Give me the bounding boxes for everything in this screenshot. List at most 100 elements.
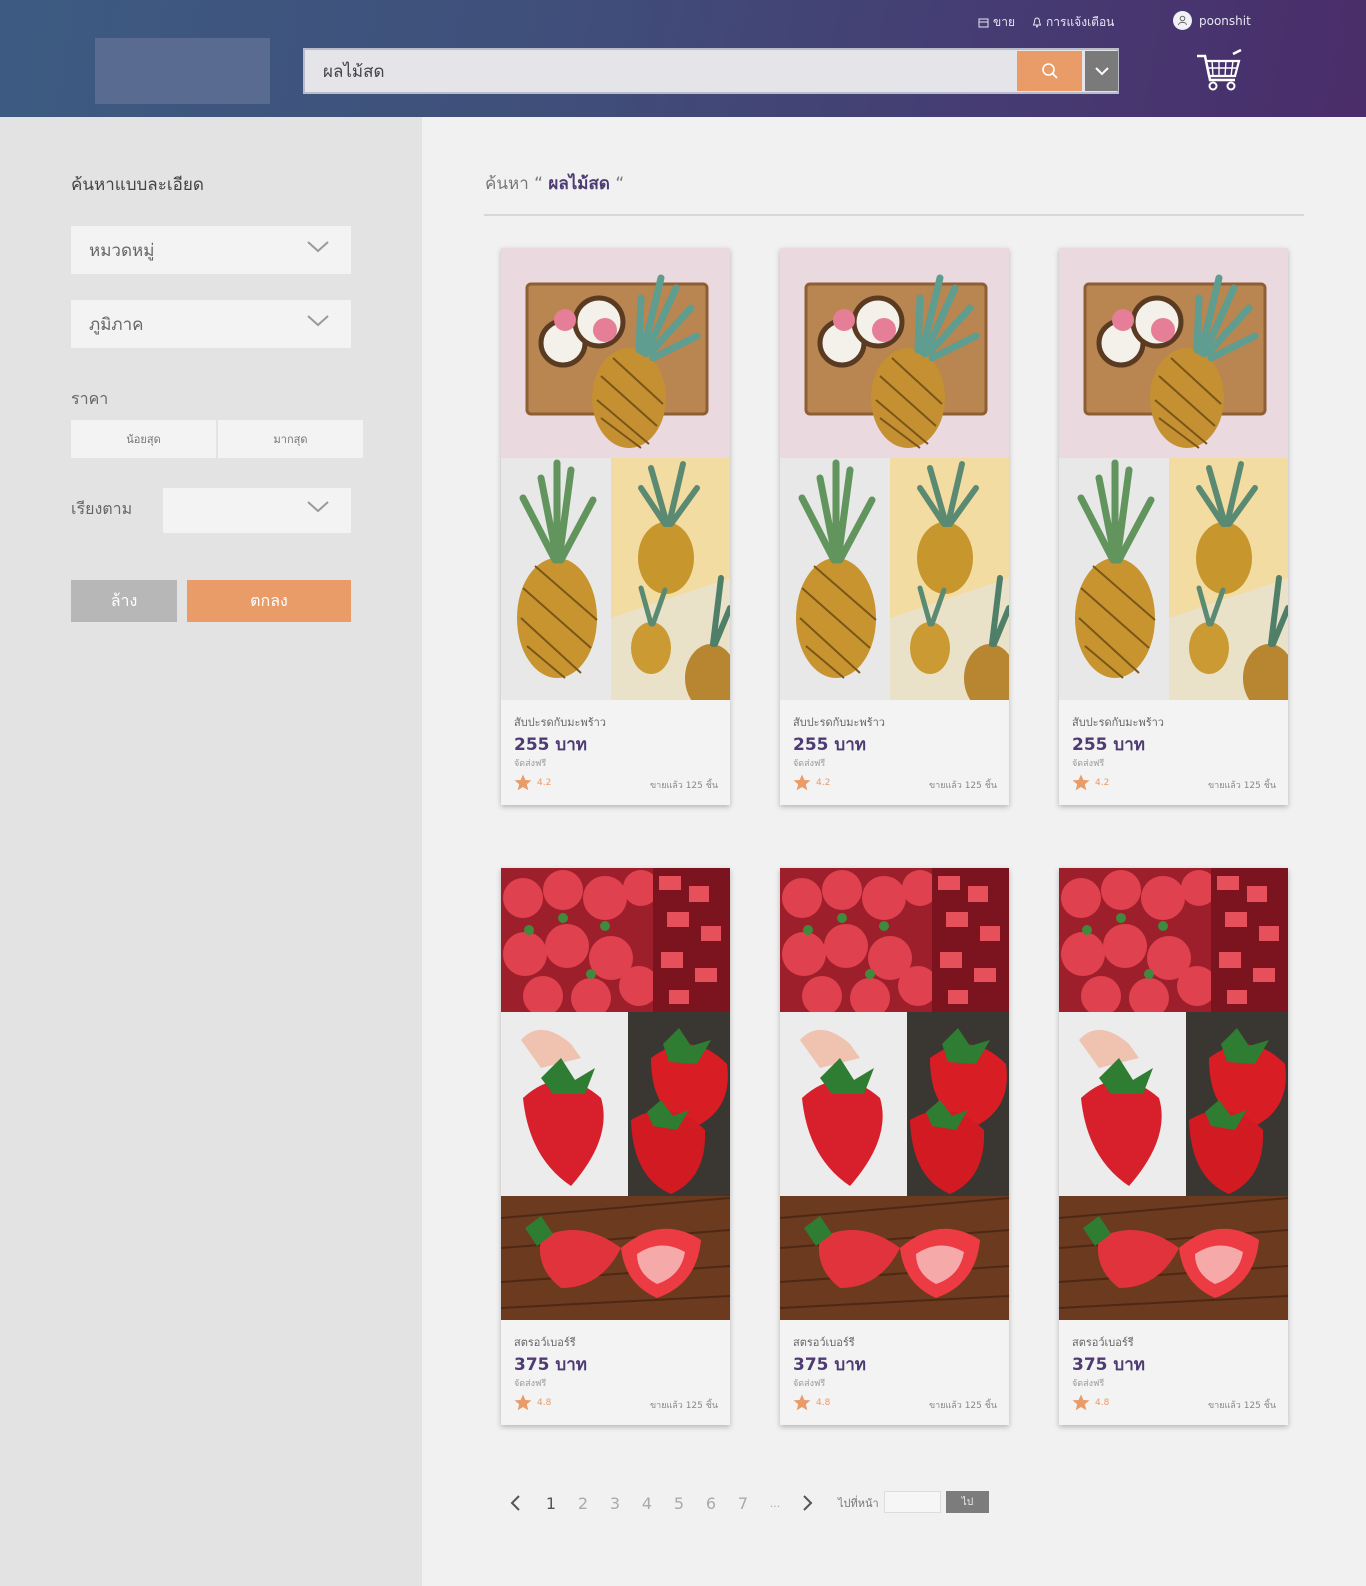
region-select[interactable]: ภูมิภาค [71, 300, 351, 348]
open-quote: “ [534, 174, 543, 194]
product-name[interactable]: สับปะรดกับมะพร้าว [1072, 713, 1164, 731]
page-ellipsis: ... [769, 1496, 781, 1510]
region-select-label: ภูมิภาค [89, 314, 144, 335]
star-icon [793, 1394, 811, 1411]
shipping-label: จัดส่งฟรี [1072, 1379, 1105, 1389]
product-name[interactable]: สตรอว์เบอร์รี [514, 1333, 576, 1351]
top-header: ขาย การแจ้งเตือน poonshit [0, 0, 1366, 117]
sold-count: ขายแล้ว 125 ชิ้น [1207, 781, 1276, 791]
star-icon [1072, 1394, 1090, 1411]
sold-count: ขายแล้ว 125 ชิ้น [649, 1401, 718, 1411]
search-icon [1041, 63, 1058, 79]
product-price: 375 บาท [793, 1355, 866, 1375]
shopping-cart-icon [1197, 48, 1242, 91]
chevron-down-icon [307, 501, 329, 513]
product-image[interactable] [780, 248, 1009, 700]
product-card[interactable]: สตรอว์เบอร์รี 375 บาท จัดส่งฟรี 4.8 ขายแ… [780, 868, 1009, 1425]
product-name[interactable]: สับปะรดกับมะพร้าว [514, 713, 606, 731]
product-rating: 4.2 [1095, 778, 1110, 788]
filter-sidebar: ค้นหาแบบละเอียด หมวดหมู่ ภูมิภาค ราคา เร… [0, 117, 422, 1586]
goto-page-input[interactable] [884, 1491, 941, 1513]
shipping-label: จัดส่งฟรี [1072, 759, 1105, 769]
cart-button[interactable] [1195, 48, 1243, 94]
close-quote: “ [615, 174, 625, 194]
product-card[interactable]: สับปะรดกับมะพร้าว 255 บาท จัดส่งฟรี 4.2 … [780, 248, 1009, 805]
star-icon [793, 774, 811, 791]
product-name[interactable]: สตรอว์เบอร์รี [1072, 1333, 1134, 1351]
price-range [71, 420, 363, 458]
product-rating: 4.8 [537, 1398, 552, 1408]
shipping-label: จัดส่งฟรี [514, 1379, 547, 1389]
search-bar [303, 48, 1119, 94]
sort-select[interactable] [163, 488, 351, 533]
divider [484, 214, 1304, 216]
username: poonshit [1199, 13, 1251, 28]
rating-star [793, 774, 811, 795]
shipping-label: จัดส่งฟรี [793, 1379, 826, 1389]
price-max-input[interactable] [218, 420, 363, 458]
product-price: 255 บาท [514, 735, 587, 755]
product-image[interactable] [1059, 248, 1288, 700]
chevron-right-icon[interactable] [795, 1493, 819, 1513]
shipping-label: จัดส่งฟรี [514, 759, 547, 769]
page-link-5[interactable]: 5 [663, 1494, 695, 1513]
product-price: 255 บาท [1072, 735, 1145, 755]
sell-link[interactable]: ขาย [978, 13, 1015, 32]
product-card[interactable]: สตรอว์เบอร์รี 375 บาท จัดส่งฟรี 4.8 ขายแ… [501, 868, 730, 1425]
star-icon [514, 774, 532, 791]
sort-label: เรียงตาม [71, 499, 133, 518]
product-image[interactable] [1059, 868, 1288, 1320]
results-prefix: ค้นหา [485, 174, 529, 194]
product-price: 375 บาท [1072, 1355, 1145, 1375]
page-link-2[interactable]: 2 [567, 1494, 599, 1513]
notifications-link[interactable]: การแจ้งเตือน [1032, 13, 1114, 32]
category-select-label: หมวดหมู่ [89, 240, 155, 261]
search-button[interactable] [1017, 51, 1082, 91]
rating-star [793, 1394, 811, 1415]
goto-page-button[interactable]: ไป [946, 1491, 989, 1513]
page-link-3[interactable]: 3 [599, 1494, 631, 1513]
sidebar-title: ค้นหาแบบละเอียด [71, 175, 204, 195]
bell-icon [1032, 17, 1042, 28]
clear-button[interactable]: ล้าง [71, 580, 177, 622]
sold-count: ขายแล้ว 125 ชิ้น [649, 781, 718, 791]
pagination: 1 2 3 4 5 6 7 ... [505, 1490, 819, 1516]
page-link-4[interactable]: 4 [631, 1494, 663, 1513]
search-scope-dropdown[interactable] [1085, 51, 1118, 91]
star-icon [514, 1394, 532, 1411]
search-input[interactable] [305, 50, 1015, 92]
star-icon [1072, 774, 1090, 791]
user-menu[interactable]: poonshit [1173, 11, 1251, 30]
product-image[interactable] [501, 248, 730, 700]
price-min-input[interactable] [71, 420, 216, 458]
sold-count: ขายแล้ว 125 ชิ้น [928, 1401, 997, 1411]
page-link-6[interactable]: 6 [695, 1494, 727, 1513]
page-link-7[interactable]: 7 [727, 1494, 759, 1513]
store-icon [978, 18, 989, 28]
product-image[interactable] [780, 868, 1009, 1320]
page-link-1[interactable]: 1 [535, 1494, 567, 1513]
rating-star [514, 774, 532, 795]
product-rating: 4.8 [816, 1398, 831, 1408]
price-label: ราคา [71, 389, 109, 408]
rating-star [514, 1394, 532, 1415]
avatar [1173, 11, 1192, 30]
product-image[interactable] [501, 868, 730, 1320]
product-card[interactable]: สับปะรดกับมะพร้าว 255 บาท จัดส่งฟรี 4.2 … [1059, 248, 1288, 805]
sold-count: ขายแล้ว 125 ชิ้น [1207, 1401, 1276, 1411]
category-select[interactable]: หมวดหมู่ [71, 226, 351, 274]
product-card[interactable]: สับปะรดกับมะพร้าว 255 บาท จัดส่งฟรี 4.2 … [501, 248, 730, 805]
product-price: 375 บาท [514, 1355, 587, 1375]
product-name[interactable]: สตรอว์เบอร์รี [793, 1333, 855, 1351]
logo-placeholder[interactable] [95, 38, 270, 104]
shipping-label: จัดส่งฟรี [793, 759, 826, 769]
sold-count: ขายแล้ว 125 ชิ้น [928, 781, 997, 791]
chevron-down-icon [307, 315, 329, 327]
product-card[interactable]: สตรอว์เบอร์รี 375 บาท จัดส่งฟรี 4.8 ขายแ… [1059, 868, 1288, 1425]
apply-button[interactable]: ตกลง [187, 580, 351, 622]
chevron-down-icon [1094, 66, 1109, 75]
product-name[interactable]: สับปะรดกับมะพร้าว [793, 713, 885, 731]
goto-page-label: ไปที่หน้า [838, 1497, 879, 1510]
chevron-left-icon[interactable] [505, 1493, 529, 1513]
user-icon [1178, 15, 1187, 26]
